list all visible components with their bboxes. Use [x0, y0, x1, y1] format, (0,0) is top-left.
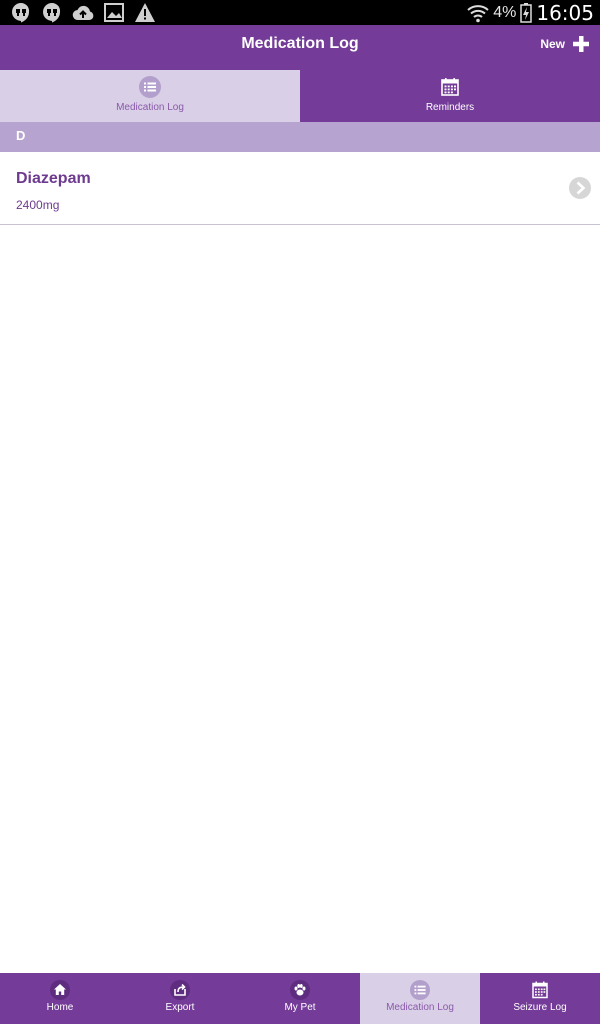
- nav-label: Export: [165, 1002, 195, 1013]
- medication-dose: 2400mg: [16, 198, 60, 212]
- chevron-right-icon: [569, 177, 591, 199]
- tab-label: Reminders: [425, 102, 475, 113]
- list-icon: [410, 980, 430, 1000]
- battery-charging-icon: [520, 2, 533, 23]
- bottom-navigation: Home Export My Pet Medication Log Seizur…: [0, 973, 600, 1024]
- new-button-label: New: [540, 37, 565, 51]
- nav-home[interactable]: Home: [0, 973, 120, 1024]
- paw-icon: [290, 980, 310, 1000]
- clock: 16:05: [536, 0, 594, 25]
- list-icon: [139, 76, 161, 98]
- medication-list-item[interactable]: Diazepam 2400mg: [0, 152, 600, 225]
- calendar-icon: [532, 981, 548, 999]
- nav-label: My Pet: [284, 1002, 316, 1013]
- cloud-upload-icon: [72, 5, 94, 21]
- battery-percent: 4%: [493, 3, 517, 21]
- warning-icon: [135, 3, 155, 22]
- nav-seizure-log[interactable]: Seizure Log: [480, 973, 600, 1024]
- medication-name: Diazepam: [16, 170, 91, 187]
- nav-label: Medication Log: [386, 1002, 454, 1013]
- status-bar: 4% 16:05: [0, 0, 600, 25]
- hangouts-icon: [43, 2, 61, 23]
- nav-medication-log[interactable]: Medication Log: [360, 973, 480, 1024]
- image-icon: [104, 3, 124, 22]
- wifi-icon: [467, 4, 489, 22]
- page-title: Medication Log: [241, 35, 359, 52]
- new-medication-button[interactable]: New: [540, 32, 590, 56]
- nav-label: Seizure Log: [513, 1002, 567, 1013]
- home-icon: [50, 980, 70, 1000]
- tab-reminders[interactable]: Reminders: [300, 70, 600, 122]
- app-header: Medication Log New: [0, 25, 600, 70]
- tab-label: Medication Log: [116, 102, 184, 113]
- export-icon: [170, 980, 190, 1000]
- plus-icon: [573, 36, 589, 52]
- segment-tabs: Medication Log Reminders: [0, 70, 600, 122]
- calendar-icon: [441, 78, 459, 96]
- nav-my-pet[interactable]: My Pet: [240, 973, 360, 1024]
- notification-icons: [10, 2, 156, 23]
- nav-label: Home: [46, 1002, 74, 1013]
- nav-export[interactable]: Export: [120, 973, 240, 1024]
- status-indicators: 4% 16:05: [467, 0, 594, 25]
- hangouts-icon: [12, 2, 30, 23]
- section-header: D: [0, 122, 600, 152]
- tab-medication-log[interactable]: Medication Log: [0, 70, 300, 122]
